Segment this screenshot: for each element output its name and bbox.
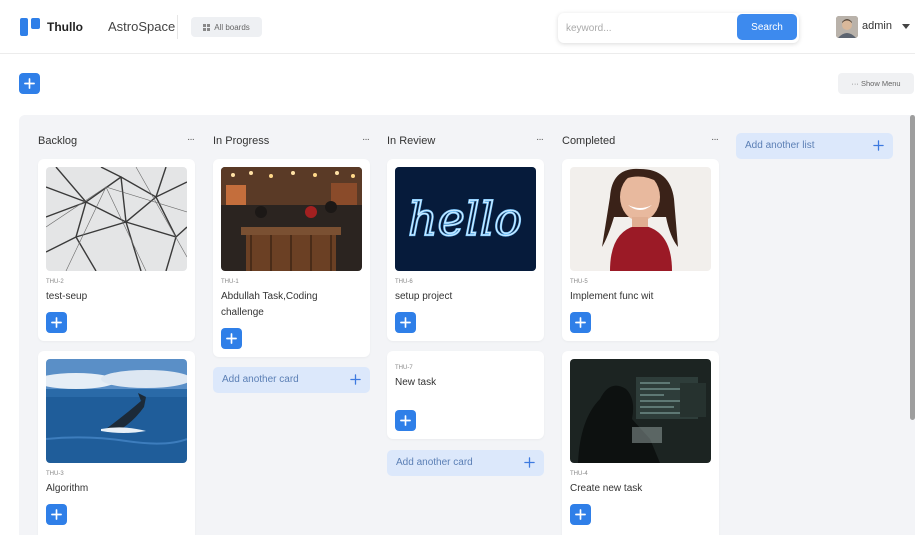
kanban-board: Backlog ··· THU-2 test-seup THU-3 Algori… — [19, 115, 915, 535]
list-menu-icon[interactable]: ··· — [711, 134, 719, 145]
add-list-label: Add another list — [745, 140, 815, 151]
search-input[interactable] — [566, 18, 731, 38]
card-code: THU-5 — [570, 279, 588, 285]
card-add-member-button[interactable] — [46, 504, 67, 525]
card-cover-image — [46, 167, 187, 271]
plus-icon — [350, 374, 361, 385]
card-cover-image — [221, 167, 362, 271]
add-another-card-button[interactable]: Add another card — [387, 450, 544, 476]
list-title: Completed — [562, 135, 616, 147]
list-menu-icon[interactable]: ··· — [187, 134, 195, 145]
plus-icon — [575, 317, 586, 328]
plus-icon — [400, 317, 411, 328]
add-another-card-button[interactable]: Add another card — [213, 367, 370, 393]
search-box: Search — [558, 13, 799, 43]
card-title: setup project — [395, 291, 453, 302]
card-title: New task — [395, 377, 437, 388]
card-cover-image — [570, 167, 711, 271]
add-another-list-button[interactable]: Add another list — [736, 133, 893, 159]
card-add-member-button[interactable] — [395, 312, 416, 333]
card-code: THU-1 — [221, 279, 239, 285]
add-button[interactable] — [19, 73, 40, 94]
user-avatar[interactable] — [836, 16, 858, 38]
add-card-label: Add another card — [222, 374, 299, 385]
card-code: THU-7 — [395, 365, 413, 371]
card-cover-image: hello hello — [395, 167, 536, 271]
grid-icon — [203, 23, 211, 31]
card-code: THU-2 — [46, 279, 64, 285]
card[interactable]: THU-4 Create new task — [562, 351, 719, 535]
vertical-scrollbar[interactable] — [910, 115, 915, 420]
search-button[interactable]: Search — [737, 14, 797, 40]
card[interactable]: THU-2 test-seup — [38, 159, 195, 341]
add-card-label: Add another card — [396, 457, 473, 468]
card[interactable]: THU-1 Abdullah Task,Coding challenge — [213, 159, 370, 357]
list-menu-icon[interactable]: ··· — [362, 134, 370, 145]
svg-text:hello: hello — [408, 192, 522, 246]
plus-icon — [400, 415, 411, 426]
card-add-member-button[interactable] — [570, 312, 591, 333]
plus-icon — [51, 317, 62, 328]
chevron-down-icon[interactable] — [902, 24, 910, 29]
list-title: Backlog — [38, 135, 78, 147]
plus-icon — [575, 509, 586, 520]
plus-icon — [51, 509, 62, 520]
board-title: AstroSpace — [108, 19, 176, 34]
card-code: THU-3 — [46, 471, 64, 477]
card-title: Algorithm — [46, 483, 89, 494]
username-label[interactable]: admin — [862, 20, 892, 32]
card-code: THU-6 — [395, 279, 413, 285]
card-cover-image — [46, 359, 187, 463]
plus-icon — [524, 457, 535, 468]
card[interactable]: THU-3 Algorithm — [38, 351, 195, 535]
card[interactable]: THU-7 New task — [387, 351, 544, 439]
card-title: test-seup — [46, 291, 88, 302]
plus-icon — [226, 333, 237, 344]
plus-icon — [873, 140, 884, 151]
card[interactable]: THU-5 Implement func wit — [562, 159, 719, 341]
card-add-member-button[interactable] — [570, 504, 591, 525]
card-add-member-button[interactable] — [46, 312, 67, 333]
card-add-member-button[interactable] — [395, 410, 416, 431]
card-cover-image — [570, 359, 711, 463]
all-boards-button[interactable]: All boards — [191, 17, 262, 37]
card-code: THU-4 — [570, 471, 588, 477]
list-title: In Progress — [213, 135, 270, 147]
card-add-member-button[interactable] — [221, 328, 242, 349]
header-divider — [177, 15, 178, 39]
list-title: In Review — [387, 135, 436, 147]
card-title: Implement func wit — [570, 291, 654, 302]
plus-icon — [24, 78, 35, 89]
thullo-logo-icon[interactable] — [20, 18, 40, 36]
top-navigation-bar: Thullo AstroSpace All boards Search admi… — [0, 0, 915, 54]
all-boards-label: All boards — [214, 22, 250, 32]
brand-name[interactable]: Thullo — [47, 20, 83, 34]
card-title: Abdullah Task,Coding challenge — [221, 291, 318, 318]
card-title: Create new task — [570, 483, 643, 494]
show-menu-button[interactable]: ··· Show Menu — [838, 73, 914, 94]
list-menu-icon[interactable]: ··· — [536, 134, 544, 145]
card[interactable]: hello hello THU-6 setup project — [387, 159, 544, 341]
